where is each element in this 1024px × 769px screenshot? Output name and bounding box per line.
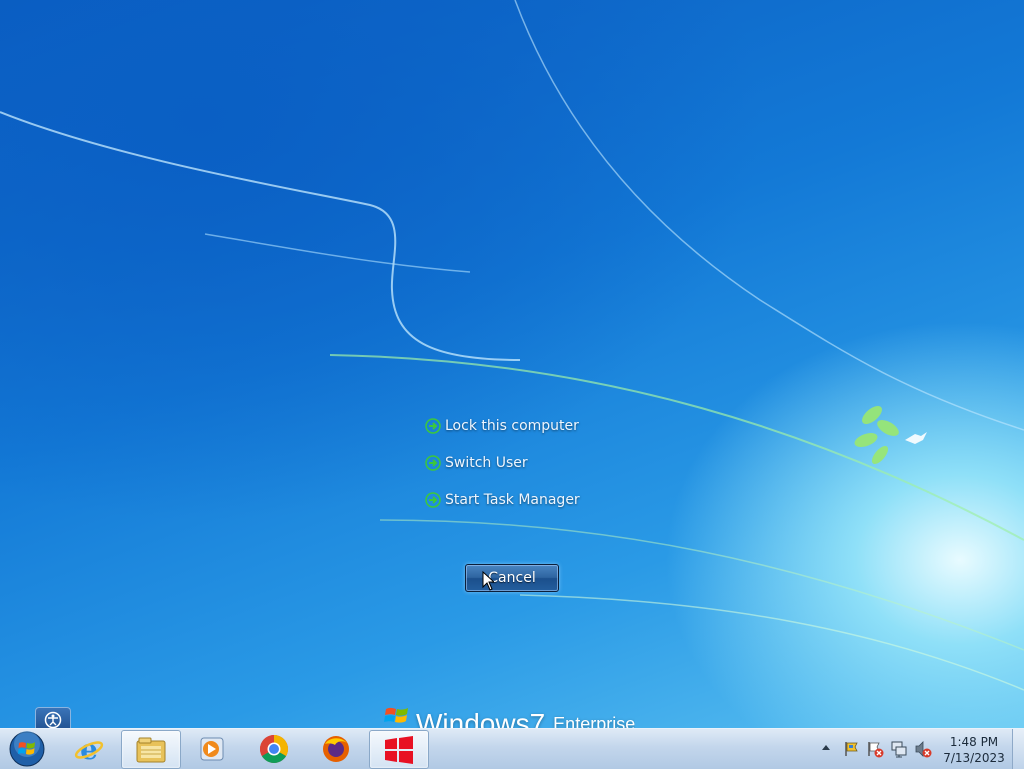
show-desktop-button[interactable] [1012,729,1024,769]
windows-version: 7 [529,708,546,729]
media-player-icon [200,737,224,760]
taskbar-windows-app[interactable] [369,730,429,769]
mouse-cursor-icon [482,571,494,591]
lock-computer-option[interactable]: Lock this computer [425,414,580,438]
volume-muted-icon[interactable] [914,740,932,758]
windows-logo-icon [385,735,413,764]
taskbar: e 1:48 PM 7/13/2023 [0,728,1024,769]
arrow-right-icon [425,418,441,434]
start-orb-icon [9,731,45,767]
taskbar-internet-explorer[interactable]: e [60,730,118,767]
firefox-icon [323,735,349,762]
show-hidden-icons-icon[interactable] [821,743,831,751]
windows-wordmark: Windows [416,708,530,729]
action-center-icon[interactable] [843,740,861,758]
taskbar-file-explorer[interactable] [121,730,181,769]
switch-user-label: Switch User [445,455,528,471]
windows-branding: Windows 7 Enterprise [384,704,635,728]
switch-user-option[interactable]: Switch User [425,451,580,475]
cancel-button[interactable]: Cancel [465,564,559,592]
clock-time: 1:48 PM [949,735,999,749]
file-explorer-icon [136,737,166,762]
system-clock[interactable]: 1:48 PM 7/13/2023 [938,734,1010,766]
network-icon[interactable] [890,740,908,758]
taskbar-media-player[interactable] [183,730,241,767]
start-task-manager-option[interactable]: Start Task Manager [425,488,580,512]
arrow-right-icon [425,455,441,471]
windows-flag-icon [384,707,408,723]
internet-explorer-icon: e [74,734,104,764]
taskbar-chrome[interactable] [245,730,303,767]
chrome-icon [260,734,288,763]
lock-computer-label: Lock this computer [445,418,579,434]
clock-date: 7/13/2023 [943,751,1005,765]
arrow-right-icon [425,492,441,508]
windows-edition: Enterprise [553,714,636,728]
taskbar-firefox[interactable] [307,730,365,767]
flag-error-icon[interactable] [866,740,884,758]
ease-of-access-icon [44,711,62,729]
start-task-manager-label: Start Task Manager [445,492,580,508]
start-button[interactable] [6,730,48,768]
desktop-wallpaper [0,0,1024,768]
ctrl-alt-del-menu: Lock this computer Switch User Start Tas… [425,414,580,525]
